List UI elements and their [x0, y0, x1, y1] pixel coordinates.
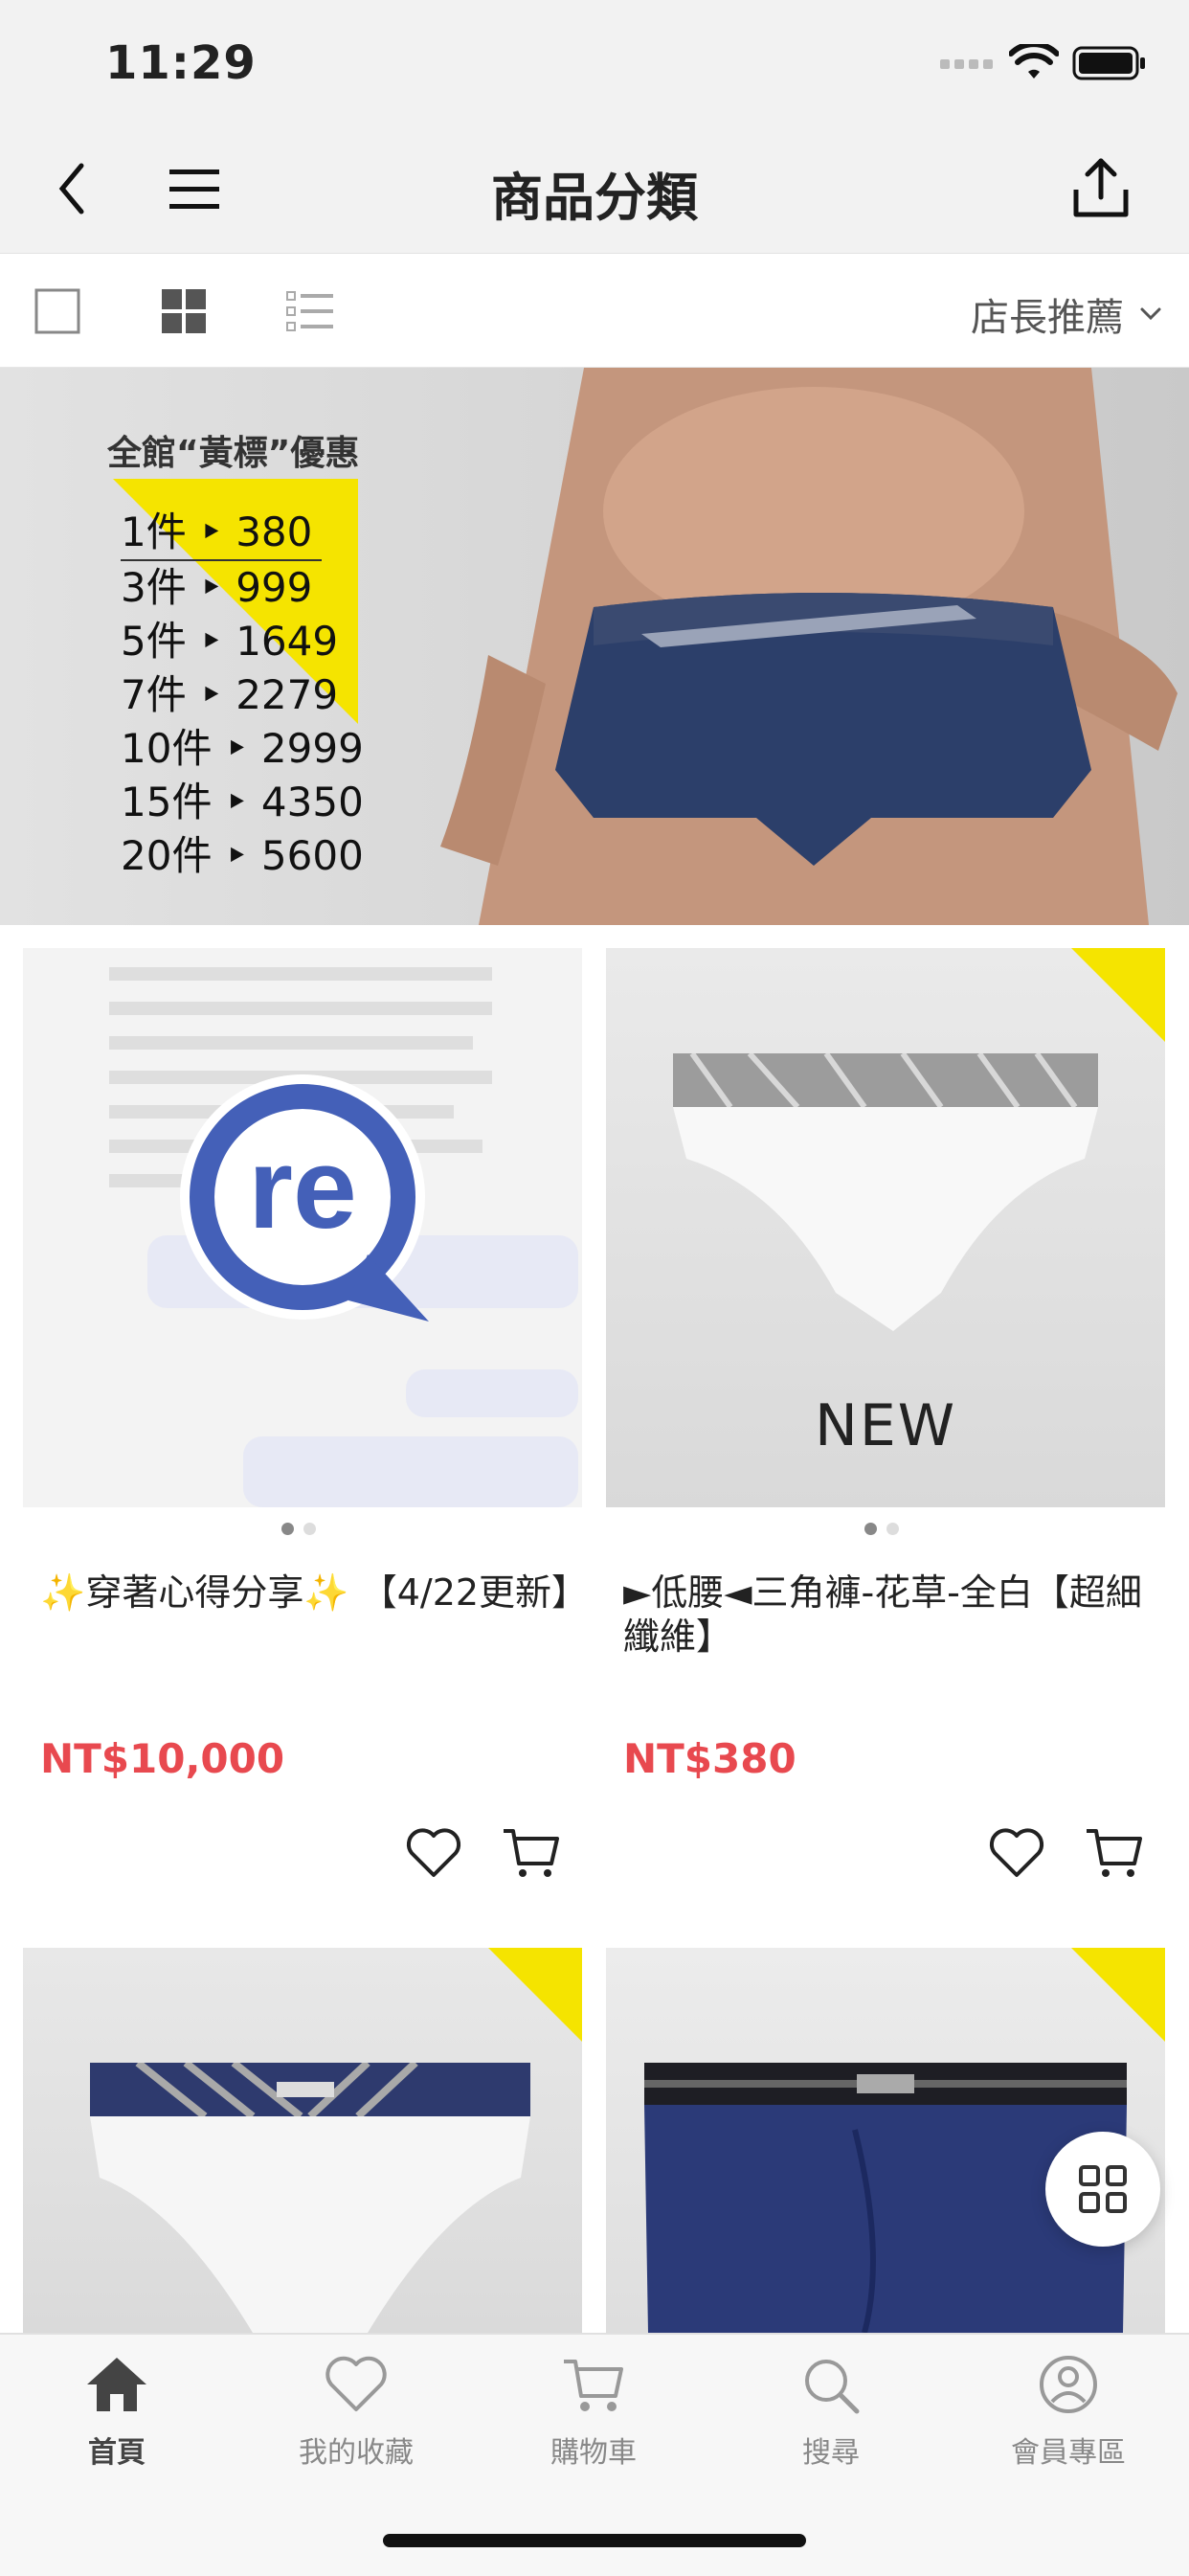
tab-label: 搜尋 [802, 2436, 860, 2470]
page-title: 商品分類 [491, 168, 698, 228]
cart-icon [1087, 1829, 1142, 1877]
svg-text:re: re [248, 1124, 356, 1253]
favorite-button[interactable] [983, 1819, 1050, 1887]
product-image[interactable] [23, 1948, 582, 2333]
navy-band-briefs-photo [90, 2063, 530, 2333]
tab-label: 首頁 [88, 2436, 146, 2470]
user-icon [1040, 2356, 1097, 2413]
battery-icon [1072, 46, 1145, 80]
banner-price-list: 1件 ‣ 380 3件 ‣ 999 5件 ‣ 1649 7件 ‣ 2279 10… [121, 506, 364, 883]
banner-model-photo [440, 368, 1178, 925]
yellow-tag [488, 1948, 582, 2042]
sort-label: 店長推薦 [971, 296, 1124, 340]
tab-search[interactable]: 搜尋 [735, 2354, 927, 2471]
review-chat-image: re [23, 948, 582, 1507]
pagination-dot [281, 1523, 294, 1535]
promo-banner[interactable]: 全館“黃標”優惠 1件 ‣ 380 3件 ‣ 999 5件 ‣ 1649 7件 … [0, 368, 1189, 925]
status-icons [940, 44, 1147, 82]
product-card[interactable]: re ✨穿著心得分享✨ 【4/22更新】 NT$10,000 [23, 948, 588, 1915]
tab-label: 會員專區 [1011, 2436, 1126, 2470]
banner-price-item: 10件 ‣ 2999 [121, 725, 364, 772]
banner-price-item: 7件 ‣ 2279 [121, 671, 339, 718]
product-title[interactable]: ►低腰◄三角褲-花草-全白【超細纖維】 [623, 1570, 1159, 1659]
cart-icon [504, 1829, 559, 1877]
share-button[interactable] [1065, 151, 1137, 224]
chevron-down-icon [1140, 307, 1161, 321]
image-pagination [864, 1523, 899, 1535]
tab-member[interactable]: 會員專區 [973, 2354, 1164, 2471]
banner-price-item: 1件 ‣ 380 [121, 506, 322, 561]
banner-price-item: 15件 ‣ 4350 [121, 779, 364, 825]
tab-cart[interactable]: 購物車 [498, 2354, 689, 2471]
image-pagination [281, 1523, 316, 1535]
list-view-icon [286, 291, 333, 331]
quick-menu-button[interactable] [1045, 2132, 1160, 2247]
new-badge: NEW [814, 1392, 957, 1459]
banner-title: 全館“黃標”優惠 [107, 434, 360, 473]
view-toolbar: 店長推薦 [0, 254, 1189, 369]
list-view-button[interactable] [281, 282, 339, 340]
heart-icon [989, 1828, 1044, 1877]
yellow-tag [1071, 1948, 1165, 2042]
tab-home[interactable]: 首頁 [21, 2354, 213, 2471]
yellow-tag [1071, 948, 1165, 1042]
product-card[interactable]: NEW ►低腰◄三角褲-花草-全白【超細纖維】 NT$380 [606, 948, 1165, 1915]
heart-icon [406, 1828, 461, 1877]
grid-menu-icon [1079, 2165, 1127, 2213]
tab-label: 我的收藏 [299, 2436, 414, 2470]
heart-icon [325, 2356, 387, 2411]
tab-favorites[interactable]: 我的收藏 [260, 2354, 452, 2471]
add-to-cart-button[interactable] [498, 1819, 565, 1887]
grid-view-button[interactable] [155, 282, 213, 340]
nav-bar: 商品分類 [0, 126, 1189, 254]
product-card[interactable] [23, 1948, 582, 2333]
white-briefs-photo [673, 1053, 1098, 1331]
pagination-dot [886, 1523, 899, 1535]
search-icon [805, 2360, 860, 2414]
home-icon [87, 2358, 146, 2411]
tab-label: 購物車 [550, 2436, 637, 2470]
product-image[interactable]: NEW [606, 948, 1165, 1507]
product-image[interactable]: re [23, 948, 582, 1507]
pagination-dot [864, 1523, 877, 1535]
banner-price-item: 20件 ‣ 5600 [121, 832, 364, 879]
product-title[interactable]: ✨穿著心得分享✨ 【4/22更新】 [40, 1570, 588, 1615]
signal-icon [940, 59, 993, 69]
banner-price-item: 5件 ‣ 1649 [121, 618, 339, 665]
grid-view-icon [162, 289, 206, 333]
status-bar: 11:29 [0, 0, 1189, 126]
home-indicator [383, 2534, 806, 2547]
product-price: NT$10,000 [40, 1735, 285, 1782]
wifi-icon [1009, 44, 1059, 79]
cart-icon [564, 2360, 623, 2411]
banner-price-item: 3件 ‣ 999 [121, 564, 313, 611]
status-time: 11:29 [105, 36, 257, 90]
single-view-button[interactable] [29, 282, 86, 340]
pagination-dot [303, 1523, 316, 1535]
single-view-icon [34, 288, 80, 334]
sort-dropdown[interactable]: 店長推薦 [971, 286, 1162, 342]
product-price: NT$380 [623, 1735, 796, 1782]
share-icon [1073, 158, 1129, 217]
add-to-cart-button[interactable] [1081, 1819, 1148, 1887]
favorite-button[interactable] [400, 1819, 467, 1887]
